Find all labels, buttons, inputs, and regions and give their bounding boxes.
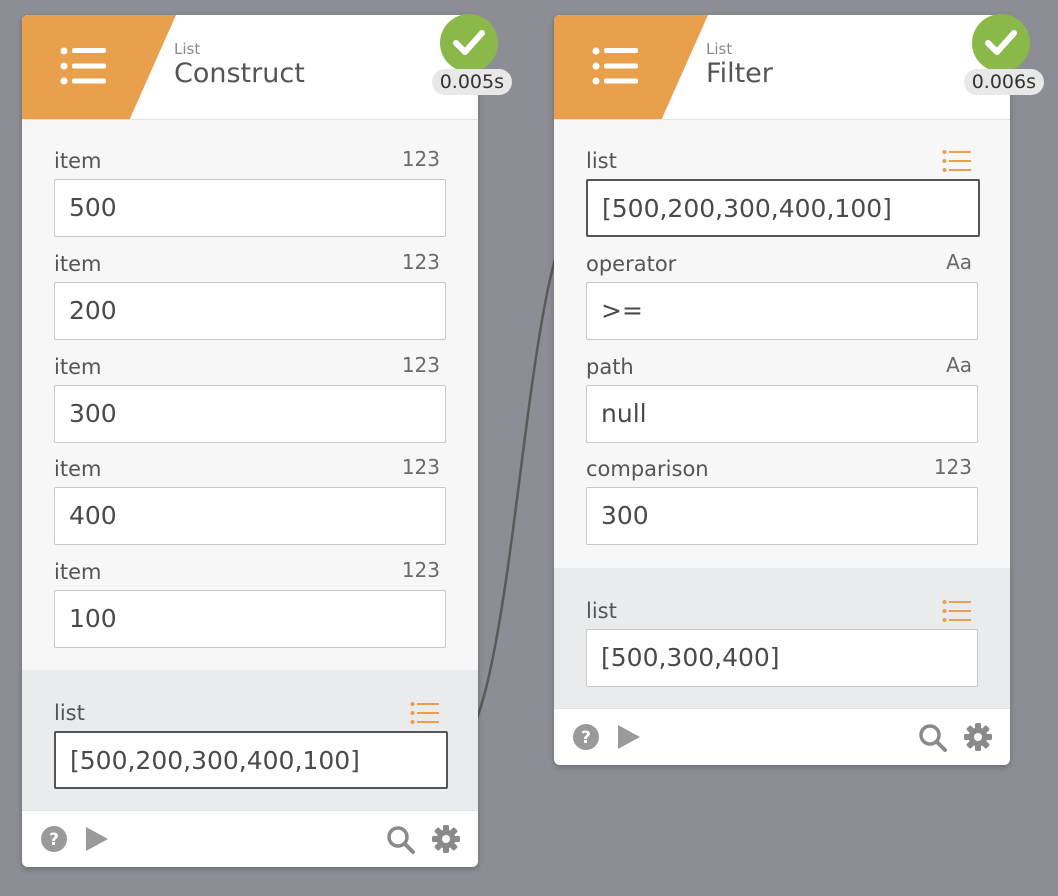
port-label: path (586, 355, 634, 379)
number-type-icon: 123 (401, 147, 440, 171)
timing-badge: 0.006s (963, 69, 1044, 95)
search-icon[interactable] (918, 723, 948, 753)
list-output[interactable]: [500,300,400] (586, 629, 978, 687)
output-section: list [500,300,400] (554, 568, 1010, 708)
port-label: list (586, 149, 617, 173)
node-accent (554, 15, 708, 119)
node-header[interactable]: List Filter 0.006s (554, 14, 1044, 120)
list-input[interactable]: [500,200,300,400,100] (586, 179, 980, 237)
list-type-icon (942, 599, 972, 628)
node-category: List (174, 40, 201, 58)
list-icon (60, 47, 106, 85)
text-type-icon: Aa (946, 250, 972, 274)
node-category: List (706, 40, 733, 58)
status-success (972, 14, 1030, 72)
port-label: list (586, 599, 617, 623)
check-icon (985, 30, 1017, 55)
operator-input[interactable]: >= (586, 282, 978, 340)
play-icon[interactable] (84, 825, 110, 853)
timing-badge: 0.005s (431, 69, 512, 95)
gear-icon[interactable] (964, 723, 992, 751)
node-header[interactable]: List Construct 0.005s (22, 14, 512, 120)
number-type-icon: 123 (401, 250, 440, 274)
list-type-icon (942, 149, 972, 178)
number-type-icon: 123 (933, 455, 972, 479)
list-output[interactable]: [500,200,300,400,100] (54, 731, 448, 789)
svg-text:?: ? (581, 728, 591, 748)
port-label: list (54, 701, 85, 725)
item-input[interactable]: 200 (54, 282, 446, 340)
help-icon[interactable]: ? (40, 825, 68, 853)
port-label: operator (586, 252, 677, 276)
list-type-icon (410, 701, 440, 730)
svg-text:?: ? (49, 830, 59, 850)
node-list-filter[interactable]: List Filter 0.006s list [500,200,300,400… (554, 14, 1044, 765)
node-list-construct[interactable]: List Construct 0.005s item 123 500 item … (22, 14, 512, 867)
port-label: item (54, 457, 102, 481)
node-footer: ? (554, 708, 1010, 765)
path-input[interactable]: null (586, 385, 978, 443)
search-icon[interactable] (386, 825, 416, 855)
port-label: item (54, 560, 102, 584)
comparison-input[interactable]: 300 (586, 487, 978, 545)
play-icon[interactable] (616, 723, 642, 751)
item-input[interactable]: 100 (54, 590, 446, 648)
item-input[interactable]: 300 (54, 385, 446, 443)
number-type-icon: 123 (401, 455, 440, 479)
node-title: Filter (706, 58, 773, 89)
item-input[interactable]: 500 (54, 179, 446, 237)
node-accent (22, 15, 176, 119)
port-label: item (54, 252, 102, 276)
port-label: item (54, 149, 102, 173)
item-input[interactable]: 400 (54, 487, 446, 545)
gear-icon[interactable] (432, 825, 460, 853)
status-success (440, 14, 498, 72)
check-icon (453, 30, 485, 55)
number-type-icon: 123 (401, 558, 440, 582)
text-type-icon: Aa (946, 353, 972, 377)
port-label: item (54, 355, 102, 379)
port-label: comparison (586, 457, 709, 481)
list-icon (592, 47, 638, 85)
node-title: Construct (174, 58, 305, 89)
node-footer: ? (22, 810, 478, 867)
help-icon[interactable]: ? (572, 723, 600, 751)
number-type-icon: 123 (401, 353, 440, 377)
output-section: list [500,200,300,400,100] (22, 670, 478, 810)
